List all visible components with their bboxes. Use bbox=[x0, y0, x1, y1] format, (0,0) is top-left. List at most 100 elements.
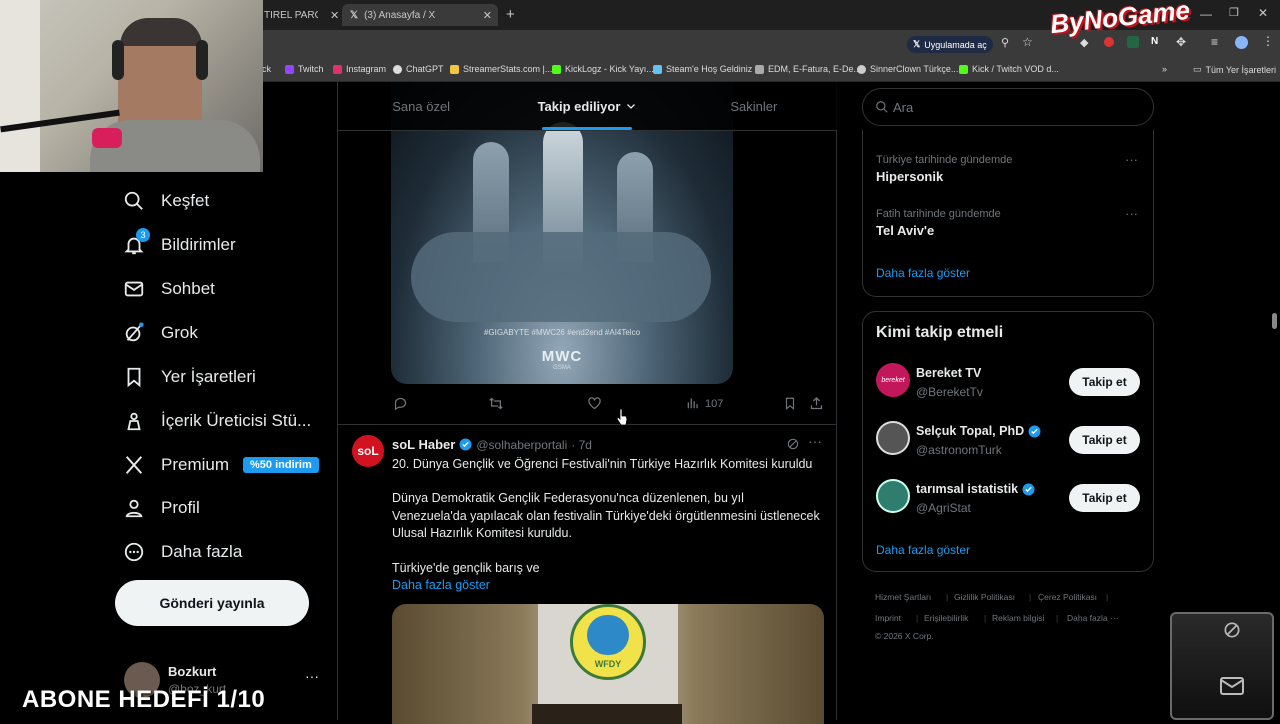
browser-tab[interactable]: TİREL PARODİ ✕ bbox=[262, 4, 340, 26]
bookmark-item[interactable]: Steam'e Hoş Geldiniz bbox=[653, 64, 752, 74]
trend-title[interactable]: Tel Aviv'e bbox=[876, 223, 934, 238]
chatgpt-icon bbox=[393, 64, 402, 74]
mail-icon[interactable] bbox=[1220, 676, 1244, 696]
post-button[interactable]: Gönderi yayınla bbox=[115, 580, 309, 626]
bookmark-item[interactable]: StreamerStats.com |... bbox=[450, 64, 552, 74]
search-input[interactable]: Ara bbox=[862, 88, 1154, 126]
bookmark-item[interactable]: Instagram bbox=[333, 64, 386, 74]
x-favicon-icon: 𝕏 bbox=[350, 9, 359, 21]
nav-bookmarks[interactable]: Yer İşaretleri bbox=[123, 366, 256, 388]
bookmarks-overflow-icon[interactable]: » bbox=[1162, 64, 1167, 74]
views-icon[interactable] bbox=[686, 396, 700, 410]
bookmark-label: Twitch bbox=[298, 64, 324, 74]
zoom-icon[interactable]: ⚲ bbox=[1001, 36, 1009, 49]
bookmark-item[interactable]: EDM, E-Fatura, E-De... bbox=[755, 64, 861, 74]
image-caption: #GIGABYTE #MWC26 #end2end #AI4Telco bbox=[483, 328, 641, 337]
footer-link[interactable]: Çerez Politikası bbox=[1038, 592, 1097, 602]
scrollbar-thumb[interactable] bbox=[1272, 313, 1277, 329]
trends-show-more-link[interactable]: Daha fazla göster bbox=[876, 266, 970, 280]
trend-context: Fatih tarihinde gündemde bbox=[876, 208, 1001, 220]
tab-for-you[interactable]: Sana özel bbox=[338, 82, 504, 130]
search-backdrop: Ara bbox=[862, 82, 1154, 130]
tweet-more-icon[interactable]: ··· bbox=[808, 433, 822, 449]
browser-tab-active[interactable]: 𝕏 (3) Anasayfa / X ✕ bbox=[342, 4, 498, 26]
bookmark-icon[interactable] bbox=[783, 396, 797, 411]
headphone-right bbox=[196, 40, 208, 80]
bookmark-item[interactable]: ChatGPT bbox=[393, 64, 444, 74]
tab-close-icon[interactable]: ✕ bbox=[330, 9, 339, 22]
trend-title[interactable]: Hipersonik bbox=[876, 169, 943, 184]
suggestions-show-more-link[interactable]: Daha fazla göster bbox=[876, 543, 970, 557]
nav-notifications[interactable]: Bildirimler 3 bbox=[123, 228, 236, 256]
follow-button[interactable]: Takip et bbox=[1069, 426, 1140, 454]
trend-more-icon[interactable]: ··· bbox=[1125, 206, 1138, 221]
more-dots-icon[interactable]: ··· bbox=[305, 668, 319, 684]
tab-close-icon[interactable]: ✕ bbox=[483, 9, 492, 22]
suggestion-name[interactable]: Selçuk Topal, PhD bbox=[916, 424, 1024, 438]
follow-button[interactable]: Takip et bbox=[1069, 368, 1140, 396]
feed-tabs: Sana özel Takip ediliyor Sakinler bbox=[338, 82, 837, 131]
restore-icon[interactable]: ❐ bbox=[1229, 6, 1239, 19]
trend-more-icon[interactable]: ··· bbox=[1125, 152, 1138, 167]
nav-explore[interactable]: Keşfet bbox=[123, 190, 209, 212]
reply-icon[interactable] bbox=[393, 396, 408, 411]
new-tab-icon[interactable]: + bbox=[506, 6, 515, 23]
nav-creator-studio[interactable]: İçerik Üreticisi Stü... bbox=[123, 410, 311, 432]
main-timeline: #GIGABYTE #MWC26 #end2end #AI4Telco MWC … bbox=[337, 82, 837, 724]
who-to-follow-title: Kimi takip etmeli bbox=[876, 324, 1004, 341]
bookmark-label: Instagram bbox=[346, 64, 387, 74]
show-more-link[interactable]: Daha fazla göster bbox=[392, 578, 490, 592]
avatar[interactable]: soL bbox=[352, 435, 384, 467]
bookmark-item[interactable]: KickLogz - Kick Yayı... bbox=[552, 64, 654, 74]
window-light bbox=[0, 0, 40, 172]
footer-link[interactable]: Hizmet Şartları bbox=[875, 592, 931, 602]
stage-people bbox=[532, 704, 682, 724]
follow-button[interactable]: Takip et bbox=[1069, 484, 1140, 512]
nav-premium[interactable]: Premium %50 indirim bbox=[123, 454, 319, 476]
grok-icon[interactable] bbox=[1222, 620, 1242, 640]
nav-more[interactable]: Daha fazla bbox=[123, 541, 242, 563]
verified-badge-icon bbox=[1028, 425, 1041, 437]
nav-label: Grok bbox=[161, 323, 198, 342]
tab-residents[interactable]: Sakinler bbox=[671, 82, 837, 130]
like-icon[interactable] bbox=[587, 396, 602, 411]
globe-icon bbox=[587, 615, 629, 655]
media-icon[interactable]: ≡ bbox=[1211, 35, 1218, 49]
author-handle[interactable]: @solhaberportali bbox=[476, 438, 567, 452]
tweet-media-image[interactable]: WFDY bbox=[392, 604, 824, 724]
tweet-time[interactable]: · 7d bbox=[571, 438, 592, 452]
avatar[interactable] bbox=[876, 479, 910, 513]
author-name[interactable]: soL Haber bbox=[392, 437, 455, 452]
footer-link[interactable]: Imprint bbox=[875, 613, 901, 623]
close-window-icon[interactable]: ✕ bbox=[1258, 6, 1268, 20]
browser-menu-icon[interactable]: ⋮ bbox=[1262, 34, 1274, 48]
share-icon[interactable] bbox=[809, 396, 824, 411]
bookmark-item[interactable]: Kick / Twitch VOD d... bbox=[959, 64, 1059, 74]
bookmark-item[interactable]: SinnerClown Türkçe... bbox=[857, 64, 958, 74]
nav-profile[interactable]: Profil bbox=[123, 497, 200, 519]
avatar[interactable]: bereket bbox=[876, 363, 910, 397]
more-circle-icon bbox=[124, 542, 144, 562]
profile-avatar-icon[interactable] bbox=[1235, 36, 1248, 49]
all-bookmarks[interactable]: ▭ Tüm Yer İşaretleri bbox=[1193, 64, 1276, 75]
microphone bbox=[92, 128, 122, 148]
avatar[interactable] bbox=[876, 421, 910, 455]
footer-link[interactable]: Reklam bilgisi bbox=[992, 613, 1044, 623]
suggestion-name[interactable]: tarımsal istatistik bbox=[916, 482, 1018, 496]
open-in-app-button[interactable]: 𝕏 Uygulamada aç bbox=[907, 36, 993, 53]
grok-analyze-icon[interactable] bbox=[786, 437, 800, 451]
footer-more-link[interactable]: Daha fazla ··· bbox=[1067, 613, 1119, 623]
retweet-icon[interactable] bbox=[488, 396, 504, 411]
nav-messages[interactable]: Sohbet bbox=[123, 278, 215, 300]
bookmark-item[interactable]: ck bbox=[262, 64, 271, 74]
nav-label: Keşfet bbox=[161, 191, 210, 210]
tab-following[interactable]: Takip ediliyor bbox=[504, 82, 670, 130]
tweet[interactable]: soL soL Haber @solhaberportali · 7d ··· … bbox=[338, 425, 837, 724]
footer-link[interactable]: Erişilebilirlik bbox=[924, 613, 968, 623]
nav-grok[interactable]: Grok bbox=[123, 322, 198, 344]
suggestion-name[interactable]: Bereket TV bbox=[916, 366, 981, 380]
minimize-icon[interactable]: — bbox=[1200, 7, 1212, 21]
chevron-down-icon bbox=[627, 104, 636, 109]
bookmark-item[interactable]: Twitch bbox=[285, 64, 324, 74]
footer-link[interactable]: Gizlilik Politikası bbox=[954, 592, 1015, 602]
